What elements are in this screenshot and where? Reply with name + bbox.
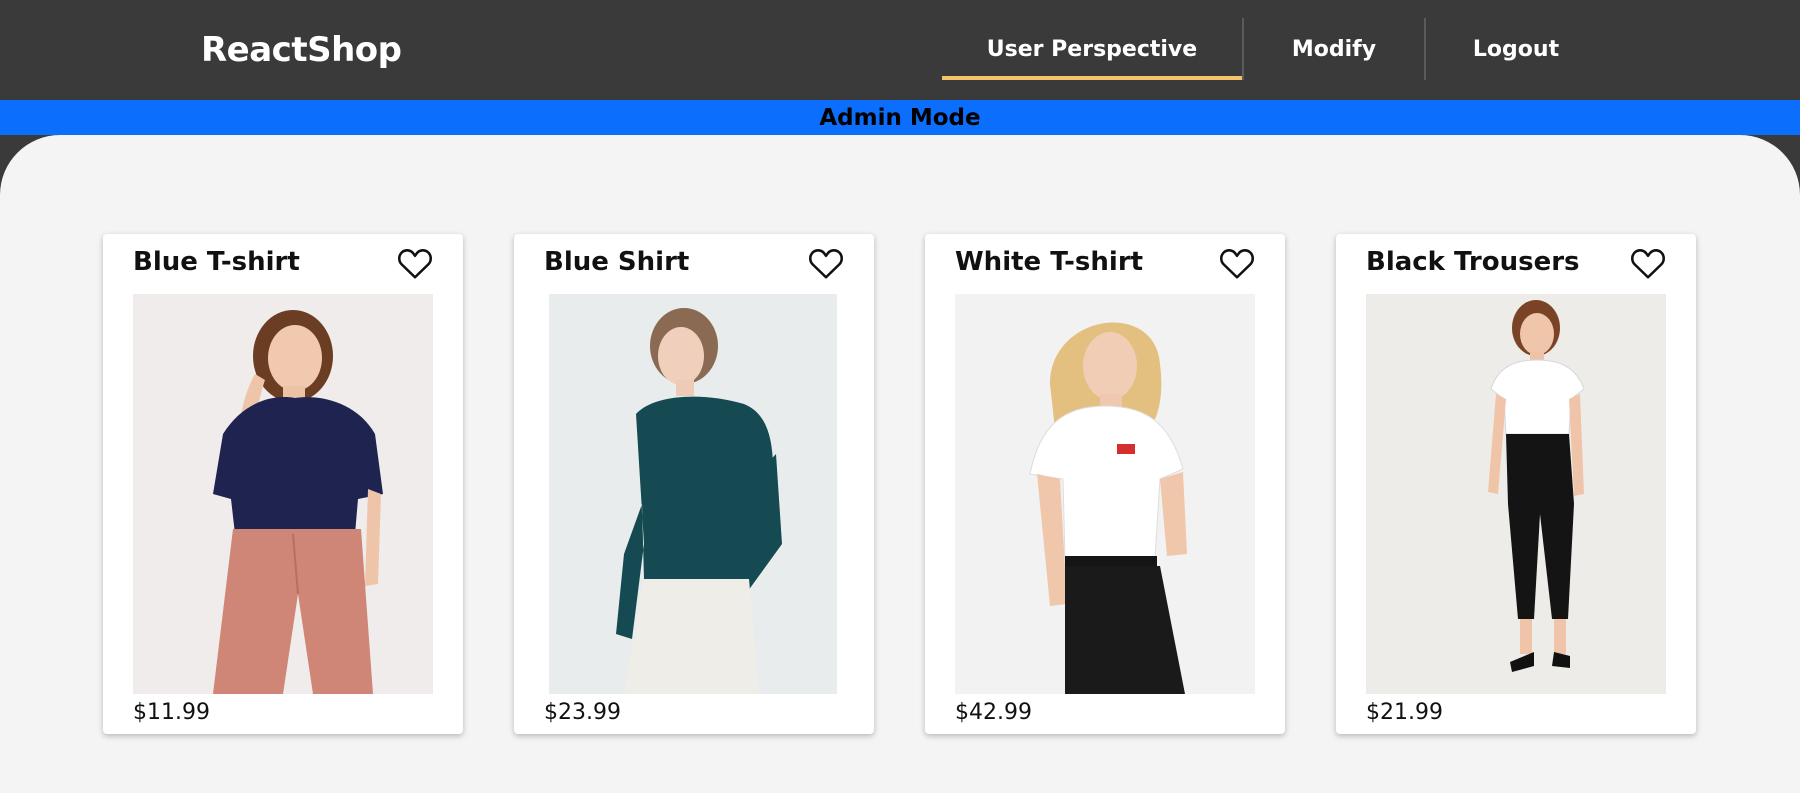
nav-modify-label: Modify (1291, 36, 1377, 62)
product-price: $21.99 (1366, 700, 1443, 725)
product-card[interactable]: White T-shirt $42.99 (925, 234, 1285, 734)
product-grid: Blue T-shirt $11.99 Blue Shirt $23.99 Wh… (103, 234, 1696, 734)
product-title: Blue T-shirt (133, 247, 300, 277)
product-list-panel: Blue T-shirt $11.99 Blue Shirt $23.99 Wh… (0, 135, 1800, 793)
product-image[interactable] (955, 294, 1255, 694)
heart-icon[interactable] (1630, 246, 1666, 280)
heart-icon[interactable] (397, 246, 433, 280)
nav-logout-label: Logout (1472, 36, 1560, 62)
nav-user-perspective-label: User Perspective (986, 36, 1198, 62)
admin-mode-label: Admin Mode (819, 104, 981, 131)
product-title: Blue Shirt (544, 247, 690, 277)
admin-mode-banner: Admin Mode (0, 100, 1800, 135)
product-image[interactable] (1366, 294, 1666, 694)
product-price: $23.99 (544, 700, 621, 725)
active-tab-underline (942, 76, 1242, 80)
product-image[interactable] (133, 294, 433, 694)
product-title: White T-shirt (955, 247, 1144, 277)
top-navbar: ReactShop User Perspective Modify Logout (0, 0, 1800, 100)
product-card[interactable]: Blue Shirt $23.99 (514, 234, 874, 734)
brand-logo[interactable]: ReactShop (201, 30, 402, 70)
product-title: Black Trousers (1366, 247, 1580, 277)
product-card[interactable]: Black Trousers $21.99 (1336, 234, 1696, 734)
product-card[interactable]: Blue T-shirt $11.99 (103, 234, 463, 734)
heart-icon[interactable] (808, 246, 844, 280)
product-image[interactable] (544, 294, 844, 694)
page: ReactShop User Perspective Modify Logout… (0, 0, 1800, 793)
nav-modify[interactable]: Modify (1242, 18, 1424, 80)
nav-user-perspective[interactable]: User Perspective (942, 18, 1242, 80)
nav-menu: User Perspective Modify Logout (942, 18, 1606, 80)
nav-logout[interactable]: Logout (1424, 18, 1606, 80)
product-price: $11.99 (133, 700, 210, 725)
product-price: $42.99 (955, 700, 1032, 725)
heart-icon[interactable] (1219, 246, 1255, 280)
